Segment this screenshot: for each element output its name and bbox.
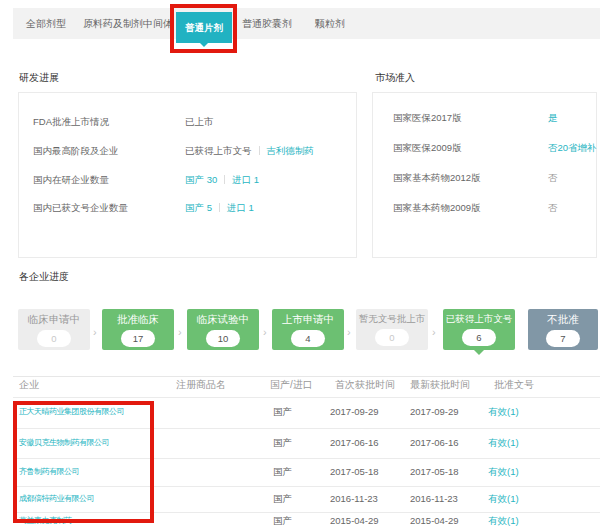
domestic-count-link[interactable]: 国产 30 — [185, 174, 217, 185]
annotation-box-company-column — [13, 401, 154, 523]
arrow-right-icon: › — [263, 326, 267, 338]
ma-row-2017-value: 是 — [548, 111, 558, 125]
ma-row-essential-2012: 国家基本药物2012版 否 — [393, 171, 593, 185]
rd-row-licensed-companies-label: 国内已获文号企业数量 — [33, 201, 128, 215]
tab-granule[interactable]: 颗粒剂 — [315, 8, 345, 39]
license-link[interactable]: 有效(1) — [488, 465, 519, 479]
step-licensed-count: 6 — [462, 329, 496, 346]
col-license: 批准文号 — [494, 378, 534, 392]
rd-row-active-companies: 国内在研企业数量 国产 30 进口 1 — [33, 173, 353, 187]
value-divider — [224, 175, 225, 184]
license-link[interactable]: 有效(1) — [488, 405, 519, 419]
ma-row-2017-label: 国家医保2017版 — [393, 111, 462, 125]
step-approved-clinical-count: 17 — [121, 330, 155, 347]
import-licensed-link[interactable]: 进口 1 — [227, 202, 254, 213]
step-clinical-application-count: 0 — [37, 330, 71, 347]
step-approved-clinical[interactable]: 批准临床 17 — [102, 309, 174, 350]
arrow-right-icon: › — [347, 326, 351, 338]
step-no-license-approved-label: 暂无文号批上市 — [356, 313, 428, 326]
rd-row-licensed-companies: 国内已获文号企业数量 国产 5 进口 1 — [33, 201, 353, 215]
ma-row-2009: 国家医保2009版 否20省增补 — [393, 141, 593, 155]
rd-row-highest-stage: 国内最高阶段及企业 已获得上市文号 吉利德制药 — [33, 144, 353, 158]
col-origin: 国产/进口 — [270, 378, 313, 392]
ma-row-essential-2009: 国家基本药物2009版 否 — [393, 201, 593, 215]
step-not-approved-label: 不批准 — [528, 313, 598, 327]
col-company: 企业 — [19, 378, 39, 392]
rd-row-fda-label: FDA批准上市情况 — [33, 115, 109, 129]
tab-api-intermediates[interactable]: 原料药及制剂中间体 — [83, 8, 173, 39]
company-link-gilead[interactable]: 吉利德制药 — [267, 145, 315, 156]
rd-progress-card: FDA批准上市情况 已上市 国内最高阶段及企业 已获得上市文号 吉利德制药 国内在… — [18, 92, 357, 258]
arrow-right-icon: › — [178, 326, 182, 338]
step-clinical-application[interactable]: 临床申请中 0 — [18, 309, 90, 350]
table-header-row: 企业 注册商品名 国产/进口 首次获批时间 最新获批时间 批准文号 — [0, 378, 600, 392]
step-listing-application-count: 4 — [291, 330, 325, 347]
rd-row-highest-stage-value: 已获得上市文号 — [185, 145, 252, 156]
rd-row-fda-value: 已上市 — [185, 115, 214, 129]
rd-row-highest-stage-label: 国内最高阶段及企业 — [33, 144, 119, 158]
tab-capsule[interactable]: 普通胶囊剂 — [242, 8, 292, 39]
ma-row-essential-2012-value: 否 — [548, 171, 558, 185]
col-first-date: 首次获批时间 — [335, 378, 395, 392]
section-title-rd-progress: 研发进展 — [19, 71, 59, 85]
ma-row-2009-label: 国家医保2009版 — [393, 141, 462, 155]
step-listing-application[interactable]: 上市申请中 4 — [272, 309, 344, 350]
ma-row-essential-2012-label: 国家基本药物2012版 — [393, 171, 481, 185]
section-title-market-access: 市场准入 — [375, 71, 415, 85]
step-no-license-approved[interactable]: 暂无文号批上市 0 — [356, 309, 428, 350]
license-link[interactable]: 有效(1) — [488, 492, 519, 506]
step-licensed-label: 已获得上市文号 — [443, 313, 515, 326]
ma-row-essential-2009-value: 否 — [548, 201, 558, 215]
license-link[interactable]: 有效(1) — [488, 436, 519, 450]
step-pointer-triangle — [474, 350, 484, 360]
step-clinical-trial-label: 临床试验中 — [187, 313, 259, 327]
col-latest-date: 最新获批时间 — [410, 378, 470, 392]
tab-all-forms[interactable]: 全部剂型 — [26, 8, 66, 39]
step-no-license-approved-count: 0 — [375, 329, 409, 346]
step-clinical-trial-count: 10 — [206, 330, 240, 347]
dosage-form-tab-bar: 全部剂型 原料药及制剂中间体 普通胶囊剂 颗粒剂 — [13, 8, 600, 39]
step-approved-clinical-label: 批准临床 — [102, 313, 174, 327]
step-not-approved-count: 7 — [546, 330, 580, 347]
value-divider — [219, 203, 220, 212]
step-not-approved[interactable]: 不批准 7 — [528, 309, 598, 350]
ma-row-essential-2009-label: 国家基本药物2009版 — [393, 201, 481, 215]
license-link[interactable]: 有效(1) — [488, 514, 519, 528]
rd-row-fda: FDA批准上市情况 已上市 — [33, 115, 353, 129]
domestic-licensed-link[interactable]: 国产 5 — [185, 202, 212, 213]
arrow-right-icon: › — [432, 326, 436, 338]
ma-row-2009-value: 否20省增补 — [548, 141, 597, 155]
col-brand: 注册商品名 — [176, 378, 226, 392]
table-divider — [13, 397, 600, 398]
market-access-card: 国家医保2017版 是 国家医保2009版 否20省增补 国家基本药物2012版… — [372, 92, 597, 258]
value-divider — [259, 146, 260, 155]
import-count-link[interactable]: 进口 1 — [232, 174, 259, 185]
table-top-border — [13, 376, 600, 377]
arrow-right-icon: › — [93, 326, 97, 338]
step-listing-application-label: 上市申请中 — [272, 313, 344, 327]
annotation-box-selected-tab — [170, 4, 237, 53]
step-licensed[interactable]: 已获得上市文号 6 — [443, 309, 515, 350]
section-title-company-progress: 各企业进度 — [19, 270, 69, 284]
step-clinical-trial[interactable]: 临床试验中 10 — [187, 309, 259, 350]
step-clinical-application-label: 临床申请中 — [18, 313, 90, 327]
rd-row-active-companies-label: 国内在研企业数量 — [33, 173, 109, 187]
ma-row-2017: 国家医保2017版 是 — [393, 111, 593, 125]
